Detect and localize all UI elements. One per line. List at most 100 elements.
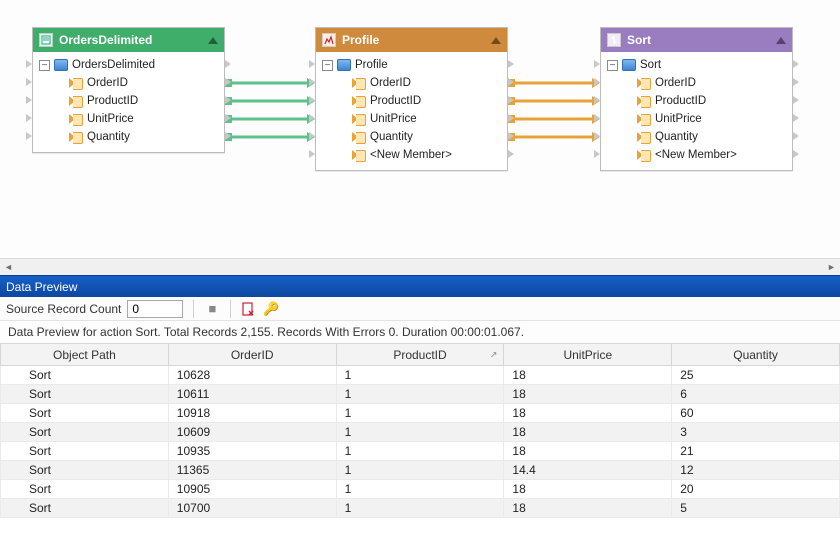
table-row[interactable]: Sort1090511820 [1,480,840,499]
output-port[interactable] [225,60,231,68]
output-port[interactable] [793,150,799,158]
node-field-row[interactable]: OrderID [33,74,224,92]
canvas-scrollbar-horizontal[interactable]: ◄ ► [0,258,840,275]
input-port[interactable] [309,114,315,122]
node-field-row[interactable]: UnitPrice [316,110,507,128]
node-object-row[interactable]: −Sort [601,56,792,74]
input-port[interactable] [26,114,32,122]
node-new-member-row[interactable]: <New Member> [601,146,792,164]
table-row[interactable]: Sort1093511821 [1,442,840,461]
data-preview-status: Data Preview for action Sort. Total Reco… [0,321,840,343]
scroll-right-icon[interactable]: ► [823,259,840,276]
tree-collapse-icon[interactable]: − [39,60,50,71]
output-port[interactable] [793,78,799,86]
collapse-icon[interactable] [491,37,501,44]
node-field-row[interactable]: OrderID [601,74,792,92]
node-field-row[interactable]: UnitPrice [601,110,792,128]
tree-collapse-icon[interactable]: − [607,60,618,71]
field-icon [69,96,83,106]
output-port[interactable] [793,132,799,140]
collapse-icon[interactable] [208,37,218,44]
grid-column-header[interactable]: Quantity [672,344,840,366]
toolbar-separator [193,300,194,318]
output-port[interactable] [225,132,231,140]
refresh-errors-icon[interactable] [241,301,257,317]
input-port[interactable] [594,114,600,122]
node-field-row[interactable]: Quantity [601,128,792,146]
tree-collapse-icon[interactable]: − [322,60,333,71]
connector[interactable] [225,78,315,88]
input-port[interactable] [594,150,600,158]
input-port[interactable] [309,78,315,86]
dataflow-canvas[interactable]: OrdersDelimited−OrdersDelimitedOrderIDPr… [0,0,840,275]
output-port[interactable] [508,60,514,68]
connector[interactable] [225,132,315,142]
connector[interactable] [225,114,315,124]
node-object-row[interactable]: −OrdersDelimited [33,56,224,74]
connector[interactable] [508,114,600,124]
input-port[interactable] [594,78,600,86]
input-port[interactable] [594,132,600,140]
table-row[interactable]: Sort106091183 [1,423,840,442]
collapse-icon[interactable] [776,37,786,44]
connector[interactable] [508,78,600,88]
node-object-row[interactable]: −Profile [316,56,507,74]
node-new-member-row[interactable]: <New Member> [316,146,507,164]
input-port[interactable] [26,132,32,140]
output-port[interactable] [793,96,799,104]
node-field-row[interactable]: ProductID [316,92,507,110]
input-port[interactable] [309,96,315,104]
scroll-left-icon[interactable]: ◄ [0,259,17,276]
node-header[interactable]: OrdersDelimited [33,28,224,52]
key-icon[interactable]: 🔑 [263,301,279,317]
node-sort[interactable]: Sort −SortOrderIDProductIDUnitPriceQuanti… [600,27,793,171]
data-preview-toolbar: Source Record Count ■ 🔑 [0,297,840,321]
output-port[interactable] [508,132,514,140]
output-port[interactable] [793,60,799,68]
grid-column-header[interactable]: OrderID [168,344,336,366]
node-field-row[interactable]: UnitPrice [33,110,224,128]
connector[interactable] [508,132,600,142]
node-profile[interactable]: Profile −ProfileOrderIDProductIDUnitPrice… [315,27,508,171]
output-port[interactable] [508,150,514,158]
output-port[interactable] [793,114,799,122]
stop-icon[interactable]: ■ [204,301,220,317]
source-record-count-label: Source Record Count [6,302,121,316]
table-cell: 11365 [168,461,336,480]
output-port[interactable] [225,78,231,86]
grid-column-header[interactable]: Object Path [1,344,169,366]
input-port[interactable] [309,150,315,158]
node-header[interactable]: Sort [601,28,792,52]
input-port[interactable] [26,96,32,104]
output-port[interactable] [508,114,514,122]
connector[interactable] [508,96,600,106]
node-field-row[interactable]: Quantity [316,128,507,146]
output-port[interactable] [508,96,514,104]
table-row[interactable]: Sort106111186 [1,385,840,404]
input-port[interactable] [594,60,600,68]
node-field-row[interactable]: Quantity [33,128,224,146]
source-record-count-input[interactable] [127,300,183,318]
output-port[interactable] [508,78,514,86]
input-port[interactable] [26,60,32,68]
table-cell: 1 [336,442,504,461]
input-port[interactable] [309,60,315,68]
input-port[interactable] [26,78,32,86]
output-port[interactable] [225,96,231,104]
node-field-row[interactable]: ProductID [33,92,224,110]
data-preview-grid[interactable]: Object PathOrderIDProductID↗UnitPriceQua… [0,343,840,518]
grid-column-header[interactable]: ProductID↗ [336,344,504,366]
output-port[interactable] [225,114,231,122]
grid-column-header[interactable]: UnitPrice [504,344,672,366]
table-row[interactable]: Sort11365114.412 [1,461,840,480]
table-row[interactable]: Sort1091811860 [1,404,840,423]
input-port[interactable] [594,96,600,104]
node-header[interactable]: Profile [316,28,507,52]
node-field-row[interactable]: OrderID [316,74,507,92]
table-row[interactable]: Sort1062811825 [1,366,840,385]
connector[interactable] [225,96,315,106]
table-row[interactable]: Sort107001185 [1,499,840,518]
input-port[interactable] [309,132,315,140]
node-field-row[interactable]: ProductID [601,92,792,110]
node-orders[interactable]: OrdersDelimited −OrdersDelimitedOrderIDPr… [32,27,225,153]
